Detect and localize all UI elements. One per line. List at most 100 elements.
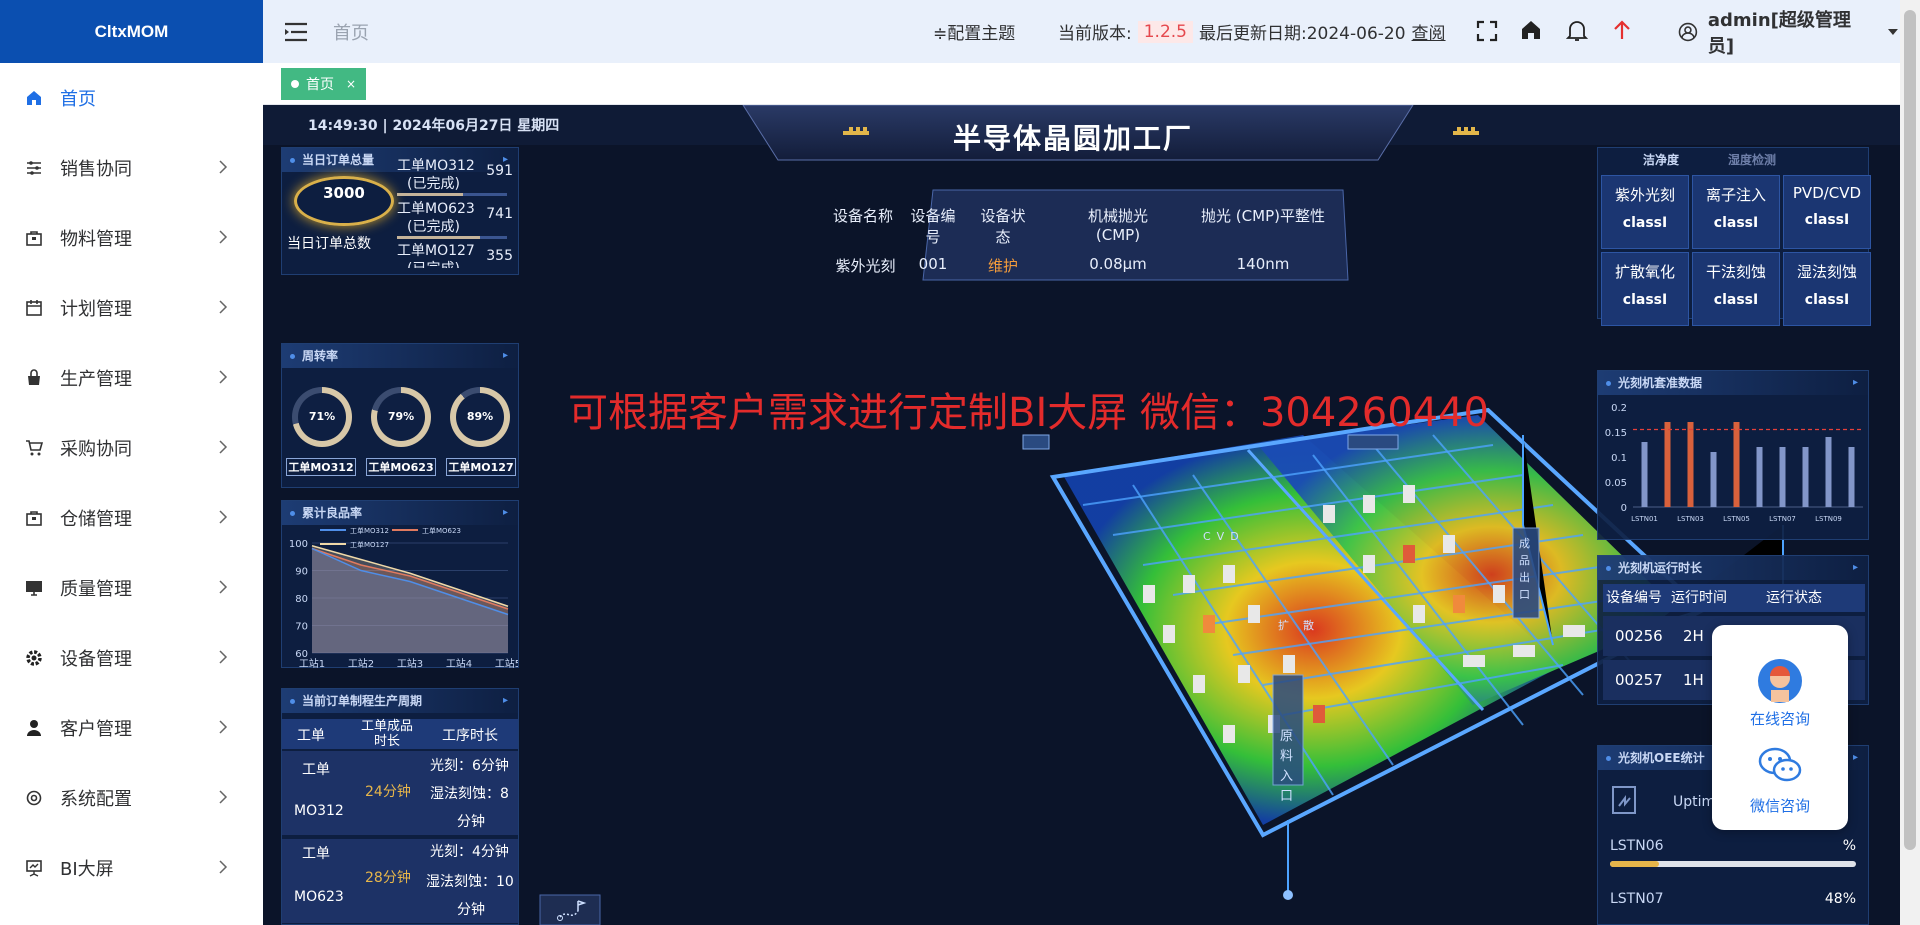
order-name: 工单MO623 <box>397 201 475 217</box>
panel-title: 周转率 <box>282 344 518 368</box>
equipment-status-table: 设备名称 设备编号 设备状态 机械抛光(CMP) 抛光 (CMP)平整性 紫外光… <box>803 205 1343 275</box>
order-name: 工单MO127 <box>397 243 475 259</box>
fullscreen-icon[interactable] <box>1476 20 1498 42</box>
clean-name: PVD/CVD <box>1792 184 1862 202</box>
cleanliness-panel: 洁净度 湿度检测 紫外光刻 classI 离子注入 classI PVD/CVD cl… <box>1597 147 1871 326</box>
map-control-button[interactable] <box>540 895 600 925</box>
sidebar-item-equipment[interactable]: 设备管理 <box>0 623 263 693</box>
clean-tabs: 洁净度 湿度检测 <box>1598 148 1870 172</box>
sidebar-item-label: 系统配置 <box>60 789 132 810</box>
sidebar-item-customer[interactable]: 客户管理 <box>0 693 263 763</box>
chevron-right-icon <box>219 650 228 664</box>
y-tick-label: 80 <box>295 594 308 605</box>
bar <box>1641 442 1648 507</box>
menu-toggle-icon[interactable] <box>283 21 309 43</box>
tags-view: 首页 × <box>263 63 1900 105</box>
sidebar-item-label: 仓储管理 <box>60 509 132 530</box>
tab-humidity[interactable]: 湿度检测 <box>1728 148 1776 172</box>
clean-item: 紫外光刻 classI <box>1601 175 1689 249</box>
bar <box>1710 452 1717 507</box>
sidebar-item-home[interactable]: 首页 <box>0 63 263 133</box>
y-tick-label: 0.2 <box>1611 403 1627 414</box>
caret-down-icon <box>1888 28 1899 35</box>
map-label-output: 成品出口 <box>1519 537 1530 601</box>
bell-icon[interactable] <box>1566 19 1588 43</box>
clean-item: 干法刻蚀 classI <box>1692 252 1780 326</box>
order-cell: 工单 <box>302 846 330 862</box>
y-tick-label: 70 <box>295 622 308 633</box>
panel-title: 光刻机套准数据 <box>1598 371 1868 395</box>
bar <box>1687 422 1694 507</box>
wechat-icon <box>1758 747 1802 782</box>
order-list: 工单MO312 (已完成) 591 工单MO623 (已完成) 741 工单MO… <box>397 158 515 268</box>
turnover-pct: 71% <box>308 410 336 423</box>
online-consult-label: 在线咨询 <box>1749 710 1810 728</box>
sidebar-item-label: 首页 <box>60 89 96 110</box>
breadcrumb[interactable]: 首页 <box>333 19 369 45</box>
table-header-cell: 设备状态 <box>980 207 1026 246</box>
order-count: 591 <box>486 163 513 179</box>
map-label-diffusion: 扩散 <box>1278 619 1328 632</box>
cycle-row: 工单 MO623 28分钟 光刻：4分钟 湿法刻蚀：10 分钟 <box>282 839 518 923</box>
order-count: 741 <box>486 206 513 222</box>
turnover-panel: 周转率 71% 79% 89% 工单MO312 工单MO623 工单MO127 <box>281 343 519 488</box>
step-cell: 湿法刻蚀：10 <box>426 874 514 890</box>
clean-name: 离子注入 <box>1705 186 1766 204</box>
x-tick-label: 工站4 <box>446 657 472 669</box>
order-item: 工单MO127 (已完成) 355 <box>397 240 515 268</box>
sidebar-item-plan[interactable]: 计划管理 <box>0 273 263 343</box>
sidebar-item-warehouse[interactable]: 仓储管理 <box>0 483 263 553</box>
scrollbar-thumb[interactable] <box>1904 10 1916 850</box>
sidebar-item-label: 采购协同 <box>60 439 132 460</box>
clean-name: 干法刻蚀 <box>1705 263 1766 281</box>
tab-cleanliness[interactable]: 洁净度 <box>1643 148 1679 172</box>
panel-title: 累计良品率 <box>282 501 518 525</box>
table-cell: 140nm <box>1236 255 1290 273</box>
view-link[interactable]: 查阅 <box>1412 19 1446 44</box>
sidebar-item-system[interactable]: 系统配置 <box>0 763 263 833</box>
sidebar-item-bi[interactable]: BI大屏 <box>0 833 263 903</box>
user-avatar-icon <box>1678 22 1698 41</box>
sidebar-item-quality[interactable]: 质量管理 <box>0 553 263 623</box>
step-cell: 湿法刻蚀：8 <box>430 786 509 802</box>
clean-item: 离子注入 classI <box>1692 175 1780 249</box>
yield-line-chart: 60708090100工站1工站2工站3工站4工站5工单MO312工单MO623… <box>289 526 518 669</box>
sidebar-item-purchase[interactable]: 采购协同 <box>0 413 263 483</box>
tab-close-icon[interactable]: × <box>346 77 356 91</box>
upload-arrow-icon[interactable] <box>1612 19 1632 41</box>
step-cell: 光刻：4分钟 <box>430 844 509 860</box>
order-total-label: 当日订单总数 <box>287 236 371 252</box>
online-consult-button[interactable]: 在线咨询 <box>1712 625 1848 728</box>
header-cell: 工单成品时长 <box>360 719 413 749</box>
order-status: (已完成) <box>407 176 460 192</box>
sidebar-item-production[interactable]: 生产管理 <box>0 343 263 413</box>
active-dot <box>291 80 299 88</box>
order-cell: 工单 <box>302 762 330 778</box>
user-menu[interactable]: admin[超级管理员] <box>1678 0 1900 63</box>
sidebar-item-sales[interactable]: 销售协同 <box>0 133 263 203</box>
theme-config-button[interactable]: ≑配置主题 <box>933 0 1015 63</box>
clean-name: 扩散氧化 <box>1614 263 1675 281</box>
presentation-icon <box>24 858 44 878</box>
chevron-right-icon <box>219 370 228 384</box>
home-icon[interactable] <box>1520 19 1542 41</box>
duration-cell: 28分钟 <box>365 870 411 886</box>
yield-panel: 累计良品率 60708090100工站1工站2工站3工站4工站5工单MO312工… <box>281 500 519 669</box>
page-scrollbar[interactable] <box>1900 0 1920 925</box>
cycle-header: 工单 工单成品时长 工序时长 <box>282 719 518 749</box>
sidebar-item-material[interactable]: 物料管理 <box>0 203 263 273</box>
order-cell: MO623 <box>294 889 344 905</box>
turnover-pct: 89% <box>466 410 494 423</box>
cart-icon <box>24 438 44 458</box>
x-tick-label: LSTN05 <box>1723 515 1750 523</box>
table-header-cell: 设备编号 <box>910 207 956 246</box>
bar <box>1664 422 1671 507</box>
version-info: 当前版本: 1.2.5 最后更新日期:2024-06-20 查阅 <box>1058 0 1446 63</box>
tab-home[interactable]: 首页 × <box>281 68 367 100</box>
chevron-right-icon <box>219 440 228 454</box>
turnover-label: 工单MO623 <box>366 458 436 476</box>
tab-label: 首页 <box>306 77 334 93</box>
clean-item: PVD/CVD classI <box>1783 175 1871 249</box>
wechat-consult-button[interactable]: 微信咨询 <box>1712 730 1848 830</box>
app-logo[interactable]: CltxMOM <box>0 0 263 63</box>
